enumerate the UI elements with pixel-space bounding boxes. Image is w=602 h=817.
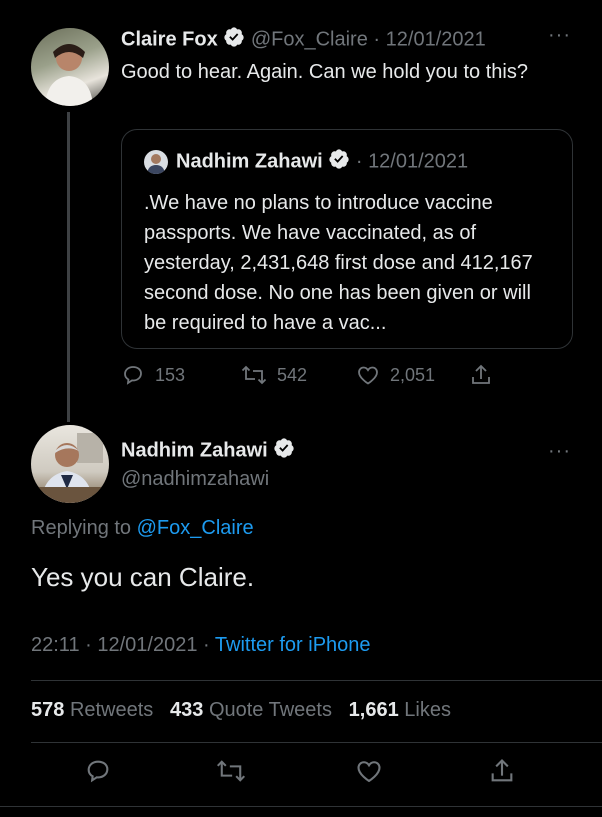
retweets-label: Retweets xyxy=(69,699,154,721)
like-count: 2,051 xyxy=(390,364,436,385)
person-silhouette-icon xyxy=(147,154,165,174)
separator-dot: · xyxy=(355,150,363,173)
separator-dot: · xyxy=(85,634,92,656)
retweets-count: 578 xyxy=(31,699,65,721)
main-reply-button[interactable] xyxy=(84,757,112,790)
likes-stat[interactable]: 1,661 Likes xyxy=(349,699,451,721)
divider xyxy=(31,680,602,681)
retweet-action[interactable]: 542 xyxy=(241,363,307,387)
tweet-time[interactable]: 22:11 xyxy=(31,634,80,656)
avatar-nadhim-zahawi-small xyxy=(144,150,168,174)
avatar-nadhim-zahawi[interactable] xyxy=(31,425,109,503)
quote-tweets-stat[interactable]: 433 Quote Tweets xyxy=(170,699,338,721)
likes-label: Likes xyxy=(404,699,451,721)
quoted-tweet-text: .We have no plans to introduce vaccine p… xyxy=(144,192,533,334)
author-name[interactable]: Claire Fox xyxy=(121,28,218,50)
author-handle[interactable]: @Fox_Claire xyxy=(251,28,368,50)
quote-tweets-count: 433 xyxy=(170,699,204,721)
likes-count: 1,661 xyxy=(348,699,399,721)
main-tweet-author: Nadhim Zahawi xyxy=(121,437,295,465)
main-like-button[interactable] xyxy=(355,757,383,790)
reply-icon xyxy=(87,760,109,783)
quoted-tweet-header: Nadhim Zahawi · 12/01/2021 xyxy=(176,148,468,176)
engagement-stats: 578 Retweets 433 Quote Tweets 1,661 Like… xyxy=(31,699,451,722)
thread-connector-line xyxy=(67,112,70,422)
parent-tweet-text: Good to hear. Again. Can we hold you to … xyxy=(121,61,528,83)
quoted-tweet-card[interactable]: Nadhim Zahawi · 12/01/2021 .We have no p… xyxy=(121,129,573,349)
quote-tweets-label: Quote Tweets xyxy=(208,699,332,721)
share-icon xyxy=(491,759,513,782)
tweet-source-link[interactable]: Twitter for iPhone xyxy=(215,634,371,656)
quoted-tweet-date: 12/01/2021 xyxy=(368,150,469,173)
main-share-button[interactable] xyxy=(488,757,516,790)
retweets-stat[interactable]: 578 Retweets xyxy=(31,699,159,721)
person-silhouette-icon xyxy=(31,433,109,503)
reply-icon xyxy=(124,366,142,385)
retweet-icon xyxy=(241,365,267,385)
separator-dot: · xyxy=(203,634,210,656)
tweet-date[interactable]: 12/01/2021 xyxy=(97,634,197,656)
like-action[interactable]: 2,051 xyxy=(356,363,435,387)
heart-icon xyxy=(358,366,378,385)
tweet-metadata: 22:11 · 12/01/2021 · Twitter for iPhone xyxy=(31,634,371,657)
separator-dot: · xyxy=(373,28,381,51)
author-name[interactable]: Nadhim Zahawi xyxy=(121,439,268,461)
share-action[interactable] xyxy=(469,363,493,387)
person-silhouette-icon xyxy=(45,44,93,106)
main-tweet-text: Yes you can Claire. xyxy=(31,562,255,592)
verified-badge-icon xyxy=(273,437,295,465)
avatar-claire-fox[interactable] xyxy=(31,28,109,106)
divider xyxy=(31,742,602,743)
replying-handle-link[interactable]: @Fox_Claire xyxy=(137,517,254,539)
parent-tweet-header: Claire Fox @Fox_Claire · 12/01/2021 xyxy=(121,26,486,54)
verified-badge-icon xyxy=(328,148,350,176)
replying-prefix: Replying to xyxy=(31,517,132,539)
divider xyxy=(0,806,602,807)
reply-action[interactable]: 153 xyxy=(121,363,185,387)
tweet-date[interactable]: 12/01/2021 xyxy=(386,28,486,50)
more-options-icon[interactable]: ··· xyxy=(548,440,571,463)
reply-count: 153 xyxy=(155,364,186,385)
retweet-count: 542 xyxy=(277,364,308,385)
author-handle[interactable]: @nadhimzahawi xyxy=(121,468,269,491)
heart-icon xyxy=(357,761,381,783)
retweet-icon xyxy=(216,760,246,782)
share-icon xyxy=(472,364,490,384)
quoted-author-name: Nadhim Zahawi xyxy=(176,150,323,173)
replying-to-line: Replying to @Fox_Claire xyxy=(31,517,254,540)
more-options-icon[interactable]: ··· xyxy=(548,24,571,47)
main-retweet-button[interactable] xyxy=(216,757,246,790)
verified-badge-icon xyxy=(223,26,245,54)
